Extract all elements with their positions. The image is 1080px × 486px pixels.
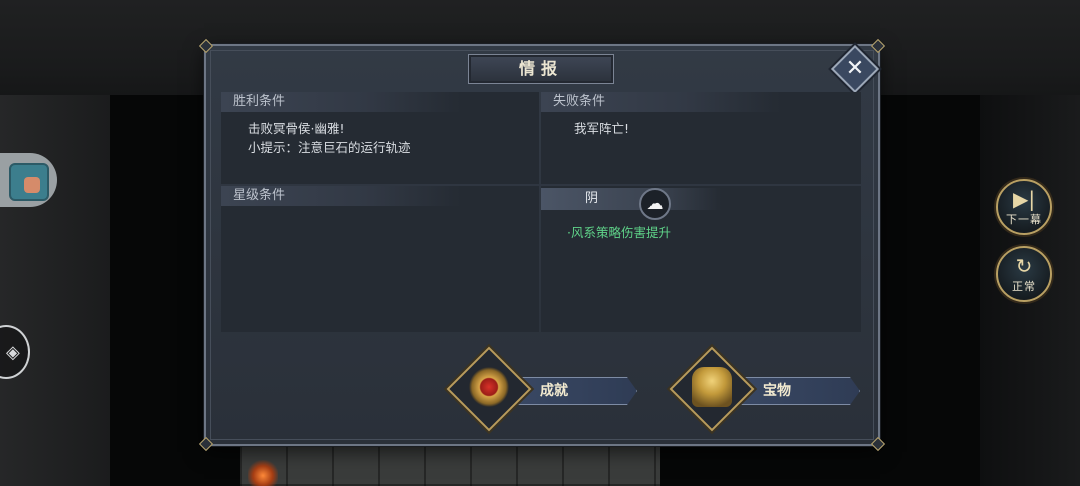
victory-condition-line: 击败冥骨侯·幽雅! [248,121,345,136]
star-header: 星级条件 [233,188,286,203]
defeat-header: 失败条件 [553,94,606,109]
star-conditions-panel: 星级条件 [221,186,539,332]
treasure-label: 宝物 [763,383,791,399]
tablet-icon [9,163,49,201]
weather-effect: ·风系策略伤害提升 [567,225,671,240]
weather-bar: 阴 ☁ [541,188,721,220]
victory-conditions-panel: 胜利条件 击败冥骨侯·幽雅! 小提示：注意巨石的运行轨迹 [221,92,539,184]
cloud-icon: ☁ [639,188,671,220]
speed-normal-icon: ↻ [1015,254,1033,278]
intel-dialog: 情报 ✕ 胜利条件 击败冥骨侯·幽雅! 小提示：注意巨石的运行轨迹 失败条件 我… [198,38,886,452]
skip-forward-icon: ▶| [1012,187,1036,211]
dialog-title-plate: 情报 [468,54,614,84]
victory-hint-line: 小提示：注意巨石的运行轨迹 [248,140,411,155]
treasure-button[interactable]: 宝物 [669,346,864,432]
panel-header: 失败条件 [541,92,781,112]
victory-header: 胜利条件 [233,94,286,109]
achievement-button[interactable]: 成就 [446,346,641,432]
weather-panel: 阴 ☁ ·风系策略伤害提升 [541,186,861,332]
defeat-condition-line: 我军阵亡! [574,121,630,136]
dialog-title: 情报 [518,59,563,78]
torch-fire [248,460,278,486]
next-scene-label: 下一幕 [1006,213,1042,226]
speed-button[interactable]: ↻ 正常 [996,246,1052,302]
speed-label: 正常 [1012,280,1036,293]
achievement-label: 成就 [540,383,568,399]
close-icon: ✕ [845,56,865,81]
next-scene-button[interactable]: ▶| 下一幕 [996,179,1052,235]
side-menu-tab[interactable] [0,153,57,207]
treasure-chest-icon [692,367,732,407]
cube-icon: ◈ [6,342,20,363]
defeat-conditions-panel: 失败条件 我军阵亡! [541,92,861,184]
panel-header: 胜利条件 [221,92,461,112]
panel-header: 星级条件 [221,186,461,206]
weather-label: 阴 [585,191,599,206]
medal-icon [469,367,509,407]
close-button[interactable]: ✕ [830,44,880,94]
